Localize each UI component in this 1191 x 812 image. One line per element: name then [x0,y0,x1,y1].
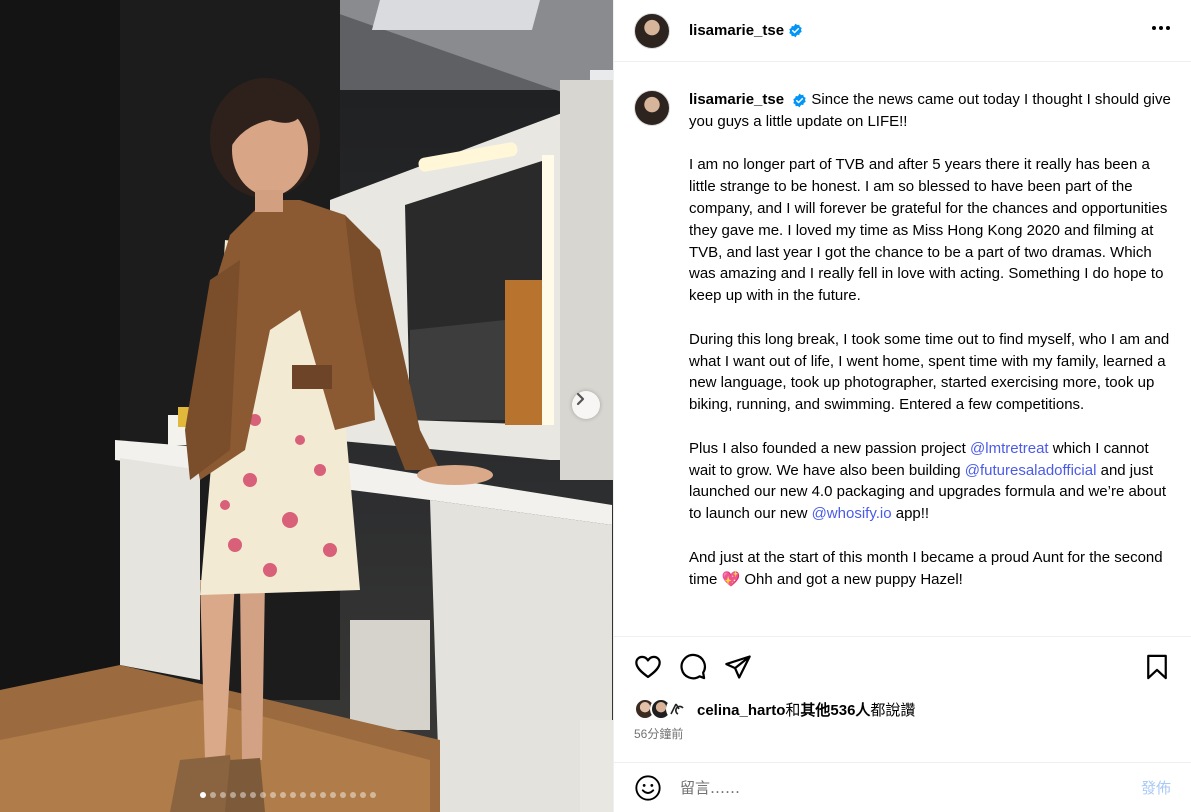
carousel-dot [370,792,376,798]
photo-illustration [0,0,613,812]
caption-avatar[interactable] [634,90,670,126]
emoji-button[interactable] [634,774,662,802]
likes-summary: celina_harto和其他536人都說讚 [634,698,915,720]
carousel-dot [250,792,256,798]
carousel-dot [210,792,216,798]
carousel-dot [300,792,306,798]
heart-emoji: 💖 [721,570,741,588]
caption-paragraph: I am no longer part of TVB and after 5 y… [689,156,1168,305]
carousel-dot [200,792,206,798]
share-button[interactable] [724,653,752,681]
carousel-dot [290,792,296,798]
caption-text-part: app!! [891,505,930,523]
mention-link[interactable]: @lmtretreat [970,440,1049,457]
more-icon [1152,26,1170,30]
carousel-dot [280,792,286,798]
caption-paragraph: Plus I also founded a new passion projec… [689,438,1171,525]
carousel-dot [340,792,346,798]
carousel-dot [310,792,316,798]
carousel-dot [220,792,226,798]
caption-paragraph: And just at the start of this month I be… [689,547,1171,591]
mention-link[interactable]: @whosify.io [812,505,892,522]
avatar [666,698,688,720]
carousel-dot [260,792,266,798]
liker-avatars [634,698,692,720]
post-timestamp[interactable]: 56分鐘前 [634,725,683,742]
comment-icon [680,653,706,679]
save-button[interactable] [1143,653,1171,681]
verified-icon [792,93,807,108]
chevron-right-icon [576,392,585,406]
comment-bar: 發佈 [614,762,1191,812]
carousel-dot [240,792,246,798]
liker-username[interactable]: celina_harto [697,702,785,719]
post-comment-button[interactable]: 發佈 [1141,777,1171,798]
likes-suffix: 都說讚 [870,701,916,719]
post-detail-panel: lisamarie_tse lisamarie_tse Since the ne… [613,0,1191,812]
carousel-dot [360,792,366,798]
like-button[interactable] [634,653,662,681]
likes-connector: 和 [785,701,801,719]
caption-username[interactable]: lisamarie_tse [689,91,784,108]
share-icon [725,654,751,679]
action-bar [614,636,1191,696]
caption-text: lisamarie_tse Since the news came out to… [689,89,1171,636]
carousel-indicator [200,792,376,798]
comment-input[interactable] [680,778,1110,797]
caption-text-part: Ohh and got a new puppy Hazel! [740,570,963,588]
carousel-dot [330,792,336,798]
caption-section: lisamarie_tse Since the news came out to… [614,63,1191,636]
caption-paragraph: During this long break, I took some time… [689,330,1170,414]
post-header: lisamarie_tse [614,0,1191,62]
carousel-dot [230,792,236,798]
emoji-icon [635,774,661,801]
carousel-dot [320,792,326,798]
likes-text[interactable]: celina_harto和其他536人都說讚 [697,699,915,720]
likes-count[interactable]: 其他536人 [800,702,870,719]
caption-text-part: Plus I also founded a new passion projec… [689,439,971,457]
carousel-next-button[interactable] [572,391,600,419]
mention-link[interactable]: @futuresaladofficial [965,462,1097,479]
carousel-dot [270,792,276,798]
header-username[interactable]: lisamarie_tse [689,22,784,39]
avatar[interactable] [634,12,670,49]
more-options-button[interactable] [1151,18,1171,43]
bookmark-icon [1147,654,1167,679]
heart-icon [635,655,661,678]
post-photo [0,0,613,812]
comment-button[interactable] [679,653,707,681]
verified-icon [788,23,803,38]
carousel-dot [350,792,356,798]
